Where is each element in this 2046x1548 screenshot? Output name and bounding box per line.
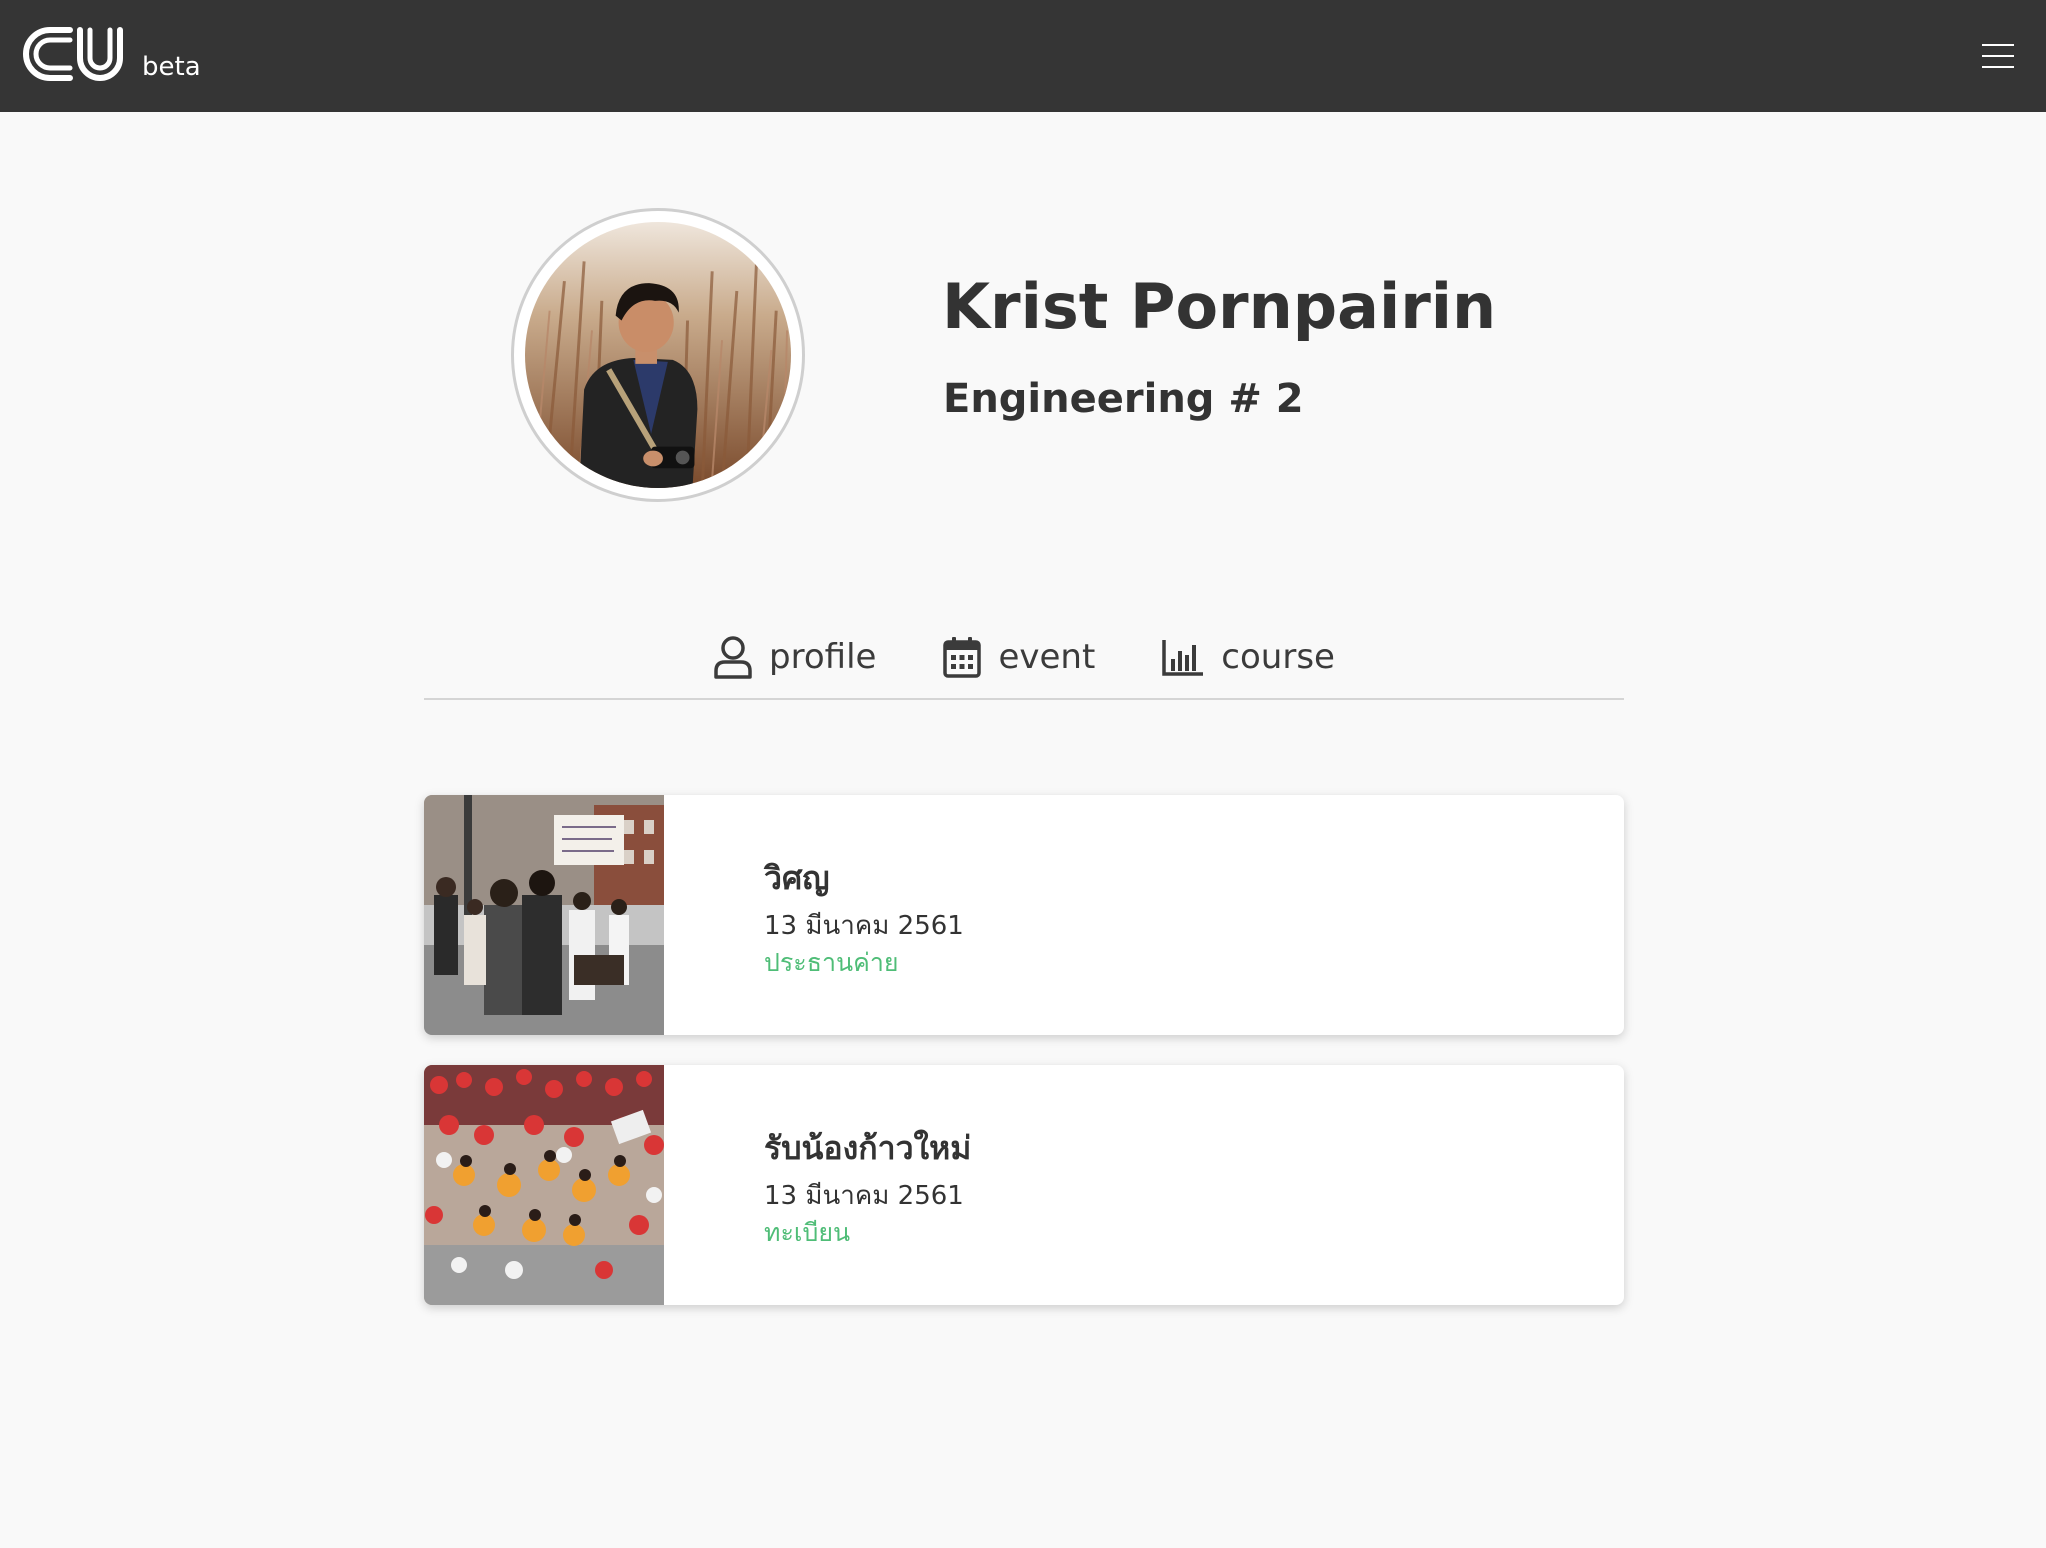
profile-subtitle: Engineering # 2 (943, 376, 1304, 422)
beta-badge: beta (142, 52, 201, 82)
hamburger-menu-icon-bar (1982, 55, 2014, 57)
tab-profile-label: profile (769, 637, 877, 677)
tab-course[interactable]: course (1161, 620, 1335, 694)
event-role: ทะเบียน (764, 1218, 851, 1247)
bar-chart-icon (1162, 640, 1204, 676)
profile-tabs: profile event course (424, 620, 1624, 700)
top-navbar: beta (0, 0, 2046, 112)
tab-course-label: course (1221, 637, 1335, 677)
event-thumbnail (424, 1065, 664, 1305)
user-icon (714, 636, 752, 679)
tab-event-label: event (998, 637, 1096, 677)
hamburger-menu-icon-bar (1982, 66, 2014, 68)
event-date: 13 มีนาคม 2561 (764, 911, 964, 941)
profile-name: Krist Pornpairin (942, 270, 1497, 343)
event-list: วิศญ 13 มีนาคม 2561 ประธานค่าย รับน้องก้… (424, 795, 1624, 1335)
tab-event[interactable]: event (942, 620, 1095, 694)
event-title: รับน้องก้าวใหม่ (764, 1129, 972, 1167)
tab-profile[interactable]: profile (713, 620, 876, 694)
event-role: ประธานค่าย (764, 948, 899, 977)
event-thumbnail (424, 795, 664, 1035)
cu-logo-mark (23, 27, 123, 81)
avatar-photo (525, 222, 791, 488)
event-date: 13 มีนาคม 2561 (764, 1181, 964, 1211)
cu-logo[interactable]: beta (22, 24, 201, 84)
calendar-icon (943, 637, 982, 678)
hamburger-menu-button[interactable] (1972, 30, 2024, 82)
hamburger-menu-icon (1982, 44, 2014, 46)
event-card[interactable]: รับน้องก้าวใหม่ 13 มีนาคม 2561 ทะเบียน (424, 1065, 1624, 1305)
avatar (511, 208, 805, 502)
event-card[interactable]: วิศญ 13 มีนาคม 2561 ประธานค่าย (424, 795, 1624, 1035)
event-title: วิศญ (764, 859, 830, 897)
